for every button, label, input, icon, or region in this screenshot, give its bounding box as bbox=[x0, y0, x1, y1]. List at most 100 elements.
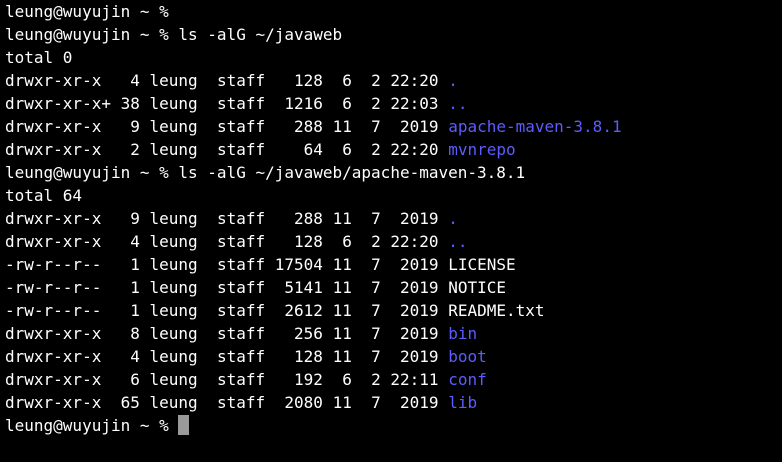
file-group: staff bbox=[216, 232, 266, 251]
listing-row: drwxr-xr-x 8 leung staff 256 11 7 2019 b… bbox=[0, 322, 782, 345]
mod-time: 2019 bbox=[390, 393, 439, 412]
file-size: 288 bbox=[265, 209, 323, 228]
mod-day: 2 bbox=[361, 370, 381, 389]
file-owner: leung bbox=[149, 278, 198, 297]
file-group: staff bbox=[216, 94, 266, 113]
file-permissions: drwxr-xr-x bbox=[5, 232, 111, 251]
mod-month: 11 bbox=[332, 347, 352, 366]
link-count: 38 bbox=[120, 94, 140, 113]
mod-day: 2 bbox=[361, 232, 381, 251]
mod-time: 2019 bbox=[390, 278, 439, 297]
file-size: 128 bbox=[265, 71, 323, 90]
file-group: staff bbox=[216, 117, 266, 136]
mod-month: 6 bbox=[332, 370, 352, 389]
file-group: staff bbox=[216, 370, 266, 389]
file-name: README.txt bbox=[448, 301, 545, 320]
mod-time: 22:03 bbox=[390, 94, 439, 113]
listing-row: drwxr-xr-x 9 leung staff 288 11 7 2019 a… bbox=[0, 115, 782, 138]
listing-row: -rw-r--r-- 1 leung staff 2612 11 7 2019 … bbox=[0, 299, 782, 322]
file-name: NOTICE bbox=[448, 278, 506, 297]
shell-command: ls -alG ~/javaweb/apache-maven-3.8.1 bbox=[178, 163, 526, 182]
mod-month: 11 bbox=[332, 393, 352, 412]
file-owner: leung bbox=[149, 301, 198, 320]
directory-name: boot bbox=[448, 347, 487, 366]
shell-prompt: leung@wuyujin ~ % bbox=[5, 416, 179, 435]
file-owner: leung bbox=[149, 232, 198, 251]
directory-name: . bbox=[448, 209, 458, 228]
file-permissions: -rw-r--r-- bbox=[5, 278, 111, 297]
mod-month: 11 bbox=[332, 255, 352, 274]
prompt-line: leung@wuyujin ~ % ls -alG ~/javaweb bbox=[0, 23, 782, 46]
output-text: total 64 bbox=[0, 184, 782, 207]
file-owner: leung bbox=[149, 117, 198, 136]
directory-name: lib bbox=[448, 393, 478, 412]
file-permissions: drwxr-xr-x bbox=[5, 140, 111, 159]
mod-day: 7 bbox=[361, 278, 381, 297]
mod-day: 7 bbox=[361, 255, 381, 274]
shell-command: ls -alG ~/javaweb bbox=[178, 25, 343, 44]
listing-row: drwxr-xr-x 4 leung staff 128 6 2 22:20 . bbox=[0, 69, 782, 92]
directory-name: .. bbox=[448, 232, 468, 251]
file-group: staff bbox=[216, 347, 266, 366]
terminal-window[interactable]: leung@wuyujin ~ % leung@wuyujin ~ % ls -… bbox=[0, 0, 782, 462]
listing-row: -rw-r--r-- 1 leung staff 17504 11 7 2019… bbox=[0, 253, 782, 276]
file-owner: leung bbox=[149, 370, 198, 389]
directory-name: .. bbox=[448, 94, 468, 113]
file-size: 192 bbox=[265, 370, 323, 389]
link-count: 4 bbox=[120, 71, 140, 90]
mod-month: 6 bbox=[332, 71, 352, 90]
directory-name: bin bbox=[448, 324, 478, 343]
file-owner: leung bbox=[149, 347, 198, 366]
link-count: 6 bbox=[120, 370, 140, 389]
file-size: 128 bbox=[265, 232, 323, 251]
file-permissions: drwxr-xr-x bbox=[5, 370, 111, 389]
file-owner: leung bbox=[149, 255, 198, 274]
file-permissions: -rw-r--r-- bbox=[5, 301, 111, 320]
directory-name: mvnrepo bbox=[448, 140, 516, 159]
directory-name: . bbox=[448, 71, 458, 90]
mod-time: 22:11 bbox=[390, 370, 439, 389]
link-count: 1 bbox=[120, 255, 140, 274]
link-count: 2 bbox=[120, 140, 140, 159]
file-group: staff bbox=[216, 301, 266, 320]
mod-time: 2019 bbox=[390, 117, 439, 136]
mod-day: 2 bbox=[361, 94, 381, 113]
mod-day: 7 bbox=[361, 209, 381, 228]
listing-row: drwxr-xr-x 9 leung staff 288 11 7 2019 . bbox=[0, 207, 782, 230]
file-size: 2080 bbox=[265, 393, 323, 412]
file-owner: leung bbox=[149, 94, 198, 113]
mod-month: 11 bbox=[332, 278, 352, 297]
file-size: 288 bbox=[265, 117, 323, 136]
mod-month: 11 bbox=[332, 117, 352, 136]
file-permissions: drwxr-xr-x bbox=[5, 71, 111, 90]
file-permissions: drwxr-xr-x bbox=[5, 347, 111, 366]
terminal-output: leung@wuyujin ~ % leung@wuyujin ~ % ls -… bbox=[0, 0, 782, 437]
mod-day: 7 bbox=[361, 301, 381, 320]
prompt-line: leung@wuyujin ~ % ls -alG ~/javaweb/apac… bbox=[0, 161, 782, 184]
file-size: 17504 bbox=[265, 255, 323, 274]
mod-time: 2019 bbox=[390, 347, 439, 366]
file-group: staff bbox=[216, 278, 266, 297]
listing-row: drwxr-xr-x 6 leung staff 192 6 2 22:11 c… bbox=[0, 368, 782, 391]
output-line-text: total 64 bbox=[5, 186, 83, 205]
mod-time: 22:20 bbox=[390, 71, 439, 90]
mod-time: 2019 bbox=[390, 209, 439, 228]
mod-time: 2019 bbox=[390, 255, 439, 274]
mod-month: 6 bbox=[332, 232, 352, 251]
link-count: 9 bbox=[120, 117, 140, 136]
mod-time: 22:20 bbox=[390, 140, 439, 159]
file-size: 64 bbox=[265, 140, 323, 159]
listing-row: -rw-r--r-- 1 leung staff 5141 11 7 2019 … bbox=[0, 276, 782, 299]
file-size: 2612 bbox=[265, 301, 323, 320]
file-permissions: drwxr-xr-x bbox=[5, 393, 111, 412]
file-group: staff bbox=[216, 71, 266, 90]
output-text: total 0 bbox=[0, 46, 782, 69]
link-count: 1 bbox=[120, 278, 140, 297]
mod-day: 2 bbox=[361, 71, 381, 90]
file-name: LICENSE bbox=[448, 255, 516, 274]
file-group: staff bbox=[216, 324, 266, 343]
text-cursor[interactable] bbox=[178, 415, 190, 435]
file-permissions: drwxr-xr-x bbox=[5, 209, 111, 228]
link-count: 4 bbox=[120, 232, 140, 251]
file-owner: leung bbox=[149, 71, 198, 90]
